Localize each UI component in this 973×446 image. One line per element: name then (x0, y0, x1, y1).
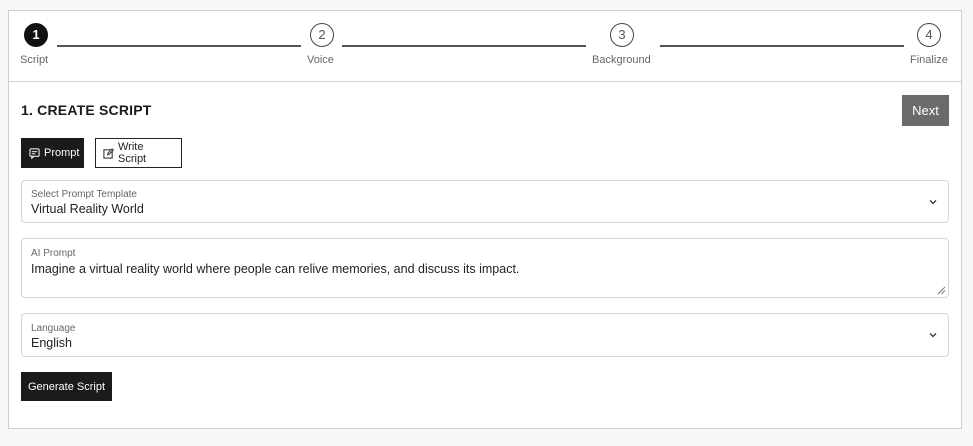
language-label: Language (31, 323, 76, 334)
chat-icon (29, 147, 40, 159)
language-select[interactable]: Language English (21, 313, 949, 357)
progress-stepper: 1 Script 2 Voice 3 Background 4 Finalize (9, 11, 961, 82)
step-2-circle[interactable]: 2 (310, 23, 334, 47)
step-connector (660, 45, 904, 47)
step-connector (57, 45, 301, 47)
step-connector (342, 45, 586, 47)
edit-icon (103, 147, 114, 159)
prompt-template-value: Virtual Reality World (31, 202, 144, 216)
ai-prompt-label: AI Prompt (31, 248, 76, 259)
generate-script-button[interactable]: Generate Script (21, 372, 112, 401)
step-4-label: Finalize (910, 54, 948, 66)
language-value: English (31, 336, 72, 350)
create-script-panel: 1 Script 2 Voice 3 Background 4 Finalize… (8, 10, 962, 429)
prompt-mode-button[interactable]: Prompt (21, 138, 84, 168)
step-1-label: Script (20, 54, 49, 66)
resize-handle-icon[interactable] (937, 286, 946, 295)
step-3-circle[interactable]: 3 (610, 23, 634, 47)
ai-prompt-textarea[interactable]: AI Prompt Imagine a virtual reality worl… (21, 238, 949, 298)
prompt-mode-label: Prompt (44, 147, 80, 159)
prompt-template-select[interactable]: Select Prompt Template Virtual Reality W… (21, 180, 949, 223)
chevron-down-icon (929, 333, 937, 338)
write-script-mode-button[interactable]: Write Script (95, 138, 182, 168)
step-1-circle[interactable]: 1 (24, 23, 48, 47)
step-4-circle[interactable]: 4 (917, 23, 941, 47)
page-title: 1. CREATE SCRIPT (21, 102, 152, 118)
prompt-template-label: Select Prompt Template (31, 189, 137, 200)
ai-prompt-value[interactable]: Imagine a virtual reality world where pe… (31, 262, 519, 276)
step-2-label: Voice (307, 54, 334, 66)
step-3-label: Background (592, 54, 651, 66)
next-button[interactable]: Next (902, 95, 949, 126)
write-script-mode-label: Write Script (118, 141, 147, 165)
chevron-down-icon (929, 200, 937, 205)
